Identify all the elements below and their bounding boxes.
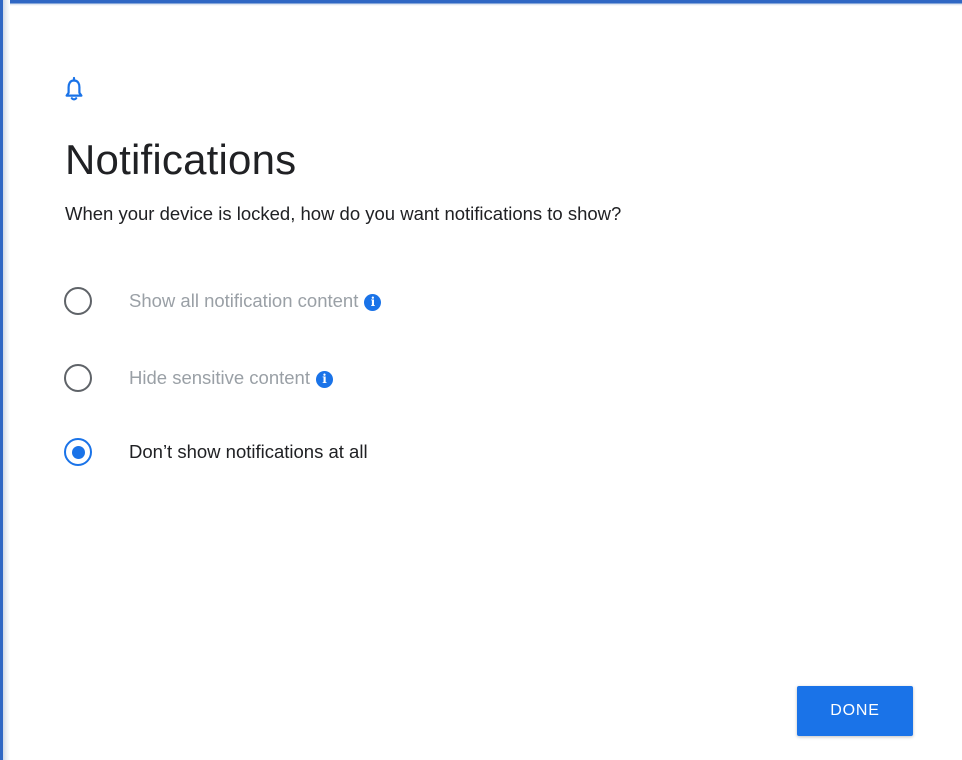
radio-hide-sensitive-content[interactable] bbox=[64, 364, 92, 392]
option-label: Don’t show notifications at all bbox=[129, 441, 368, 462]
option-dont-show-notifications[interactable]: Don’t show notifications at all bbox=[62, 434, 662, 470]
option-label: Hide sensitive content i bbox=[129, 366, 333, 390]
radio-dont-show-notifications[interactable] bbox=[64, 438, 92, 466]
done-button[interactable]: DONE bbox=[797, 686, 913, 736]
radio-show-all-content[interactable] bbox=[64, 287, 92, 315]
window-left-border bbox=[0, 0, 10, 760]
page-subtitle: When your device is locked, how do you w… bbox=[65, 203, 622, 224]
info-icon[interactable]: i bbox=[364, 294, 382, 311]
option-show-all-content[interactable]: Show all notification content i bbox=[62, 283, 662, 319]
bell-icon bbox=[63, 72, 85, 106]
option-label: Show all notification content i bbox=[129, 289, 382, 313]
option-hide-sensitive-content[interactable]: Hide sensitive content i bbox=[62, 360, 662, 396]
page-title: Notifications bbox=[65, 136, 297, 183]
info-icon[interactable]: i bbox=[316, 371, 333, 388]
